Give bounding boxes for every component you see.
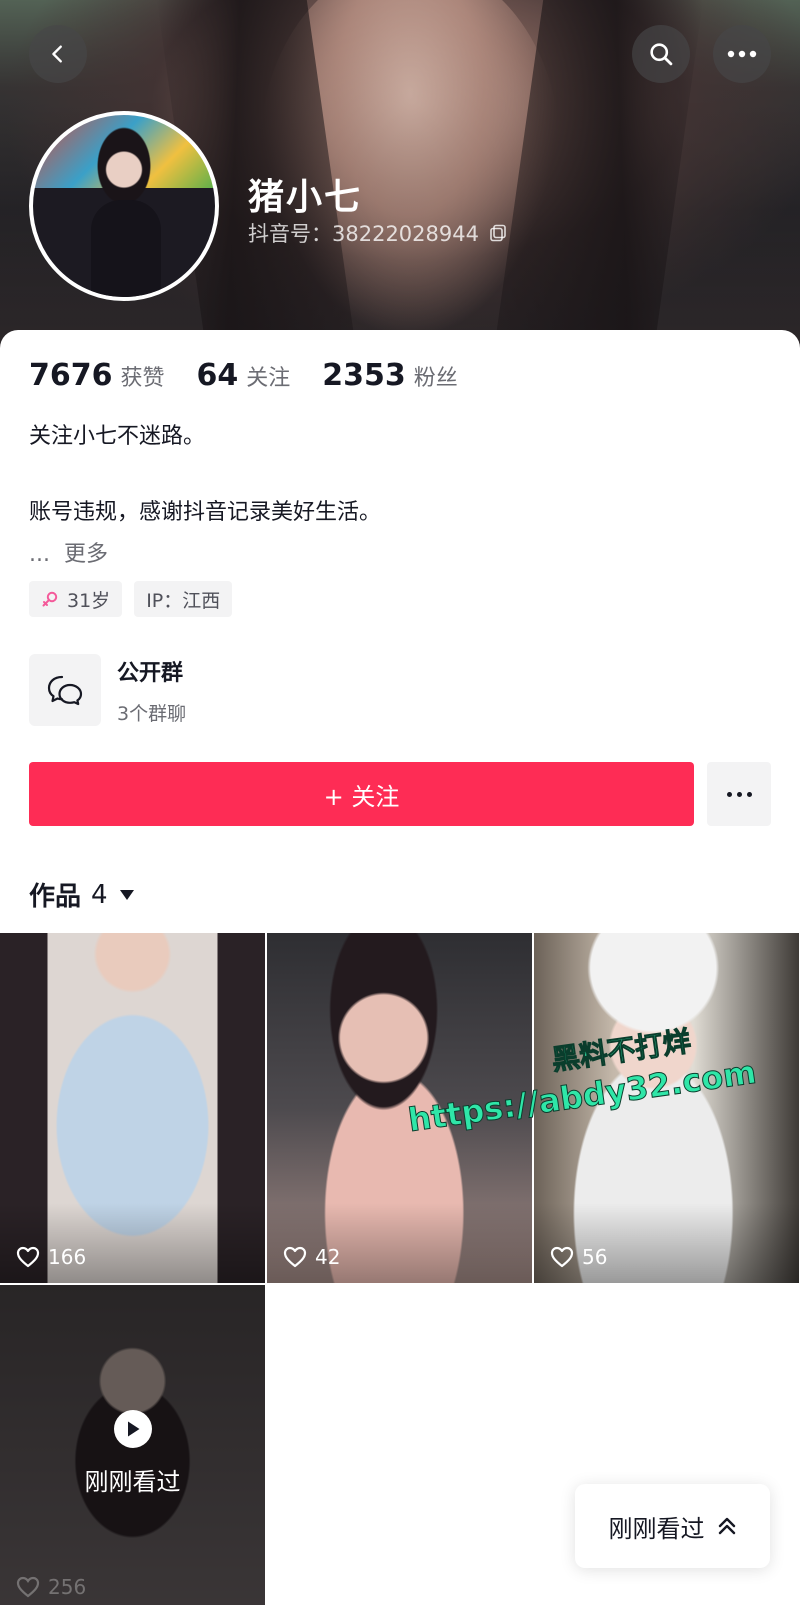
avatar[interactable] — [29, 111, 219, 301]
float-button-label: 刚刚看过 — [608, 1514, 705, 1543]
stats-row: 7676 获赞 64 关注 2353 粉丝 — [29, 358, 490, 393]
more-dot — [726, 791, 732, 797]
tab-works[interactable]: 作品 4 — [29, 876, 134, 913]
douyin-id-text: 抖音号：38222028944 — [248, 222, 479, 246]
group-subtitle: 3个群聊 — [117, 702, 187, 725]
recently-watched-float-button[interactable]: 刚刚看过 — [575, 1484, 770, 1568]
caret-down-icon — [119, 889, 134, 900]
like-count: 256 — [16, 1575, 86, 1599]
profile-tags: 31岁 IP：江西 — [29, 581, 233, 617]
search-icon — [650, 43, 673, 66]
more-dot — [736, 791, 742, 797]
more-options-button[interactable] — [713, 25, 771, 83]
like-count-text: 256 — [48, 1575, 87, 1599]
profile-name: 猪小七 — [248, 177, 363, 218]
chat-group-icon — [47, 675, 83, 706]
back-button[interactable] — [29, 25, 87, 83]
like-count-text: 166 — [48, 1245, 87, 1269]
heart-icon — [16, 1576, 40, 1598]
stat-label: 粉丝 — [413, 366, 458, 391]
search-button[interactable] — [632, 25, 690, 83]
follow-label: + 关注 — [323, 782, 400, 811]
tile-shade — [0, 1203, 265, 1283]
ip-tag: IP：江西 — [134, 581, 233, 617]
bio-more-link[interactable]: 更多 — [64, 542, 108, 567]
works-count: 4 — [91, 879, 108, 910]
group-text: 公开群 3个群聊 — [117, 655, 186, 726]
group-icon-box — [29, 654, 101, 726]
like-count: 56 — [550, 1245, 607, 1269]
group-title: 公开群 — [117, 660, 184, 686]
stat-likes[interactable]: 7676 获赞 — [29, 358, 165, 393]
video-tile-recently-watched[interactable]: 刚刚看过 256 — [0, 1285, 265, 1605]
tile-shade — [267, 1203, 532, 1283]
heart-icon — [550, 1246, 574, 1268]
tile-shade — [534, 1203, 799, 1283]
female-icon — [42, 591, 58, 607]
like-count-text: 42 — [315, 1245, 341, 1269]
double-chevron-up-icon — [718, 1517, 735, 1535]
bio-line: 账号违规，感谢抖音记录美好生活。 — [29, 500, 382, 525]
heart-icon — [16, 1246, 40, 1268]
recently-watched-overlay: 刚刚看过 — [0, 1410, 265, 1497]
bio: 关注小七不迷路。 账号违规，感谢抖音记录美好生活。 — [29, 418, 381, 532]
copy-icon[interactable] — [489, 224, 507, 242]
ip-text: IP：江西 — [146, 589, 221, 612]
profile-card: 7676 获赞 64 关注 2353 粉丝 关注小七不迷路。 账号违规，感谢抖音… — [0, 330, 800, 1611]
works-label: 作品 — [29, 882, 82, 912]
recently-watched-label: 刚刚看过 — [84, 1468, 181, 1496]
heart-icon — [283, 1246, 307, 1268]
like-count: 42 — [283, 1245, 340, 1269]
like-count-text: 56 — [582, 1245, 608, 1269]
age-tag: 31岁 — [29, 581, 123, 617]
stat-value: 64 — [196, 358, 239, 393]
age-text: 31岁 — [67, 589, 111, 612]
more-dot — [746, 791, 752, 797]
bio-line: 关注小七不迷路。 — [29, 424, 206, 449]
follow-more-button[interactable] — [707, 762, 771, 826]
douyin-id[interactable]: 抖音号：38222028944 — [248, 218, 507, 248]
stat-value: 2353 — [322, 358, 406, 393]
back-icon — [52, 45, 62, 63]
play-icon — [113, 1410, 152, 1448]
bio-ellipsis: ... — [29, 542, 50, 567]
video-tile[interactable]: 166 — [0, 933, 265, 1283]
stat-following[interactable]: 64 关注 — [197, 358, 291, 393]
stat-label: 关注 — [246, 366, 291, 391]
more-icon — [727, 50, 757, 58]
stat-followers[interactable]: 2353 粉丝 — [322, 358, 458, 393]
stat-label: 获赞 — [120, 366, 165, 391]
follow-button[interactable]: + 关注 — [29, 762, 694, 826]
public-group[interactable]: 公开群 3个群聊 — [29, 654, 186, 726]
stat-value: 7676 — [29, 358, 113, 393]
like-count: 166 — [16, 1245, 86, 1269]
bio-expand[interactable]: ... 更多 — [29, 536, 108, 568]
